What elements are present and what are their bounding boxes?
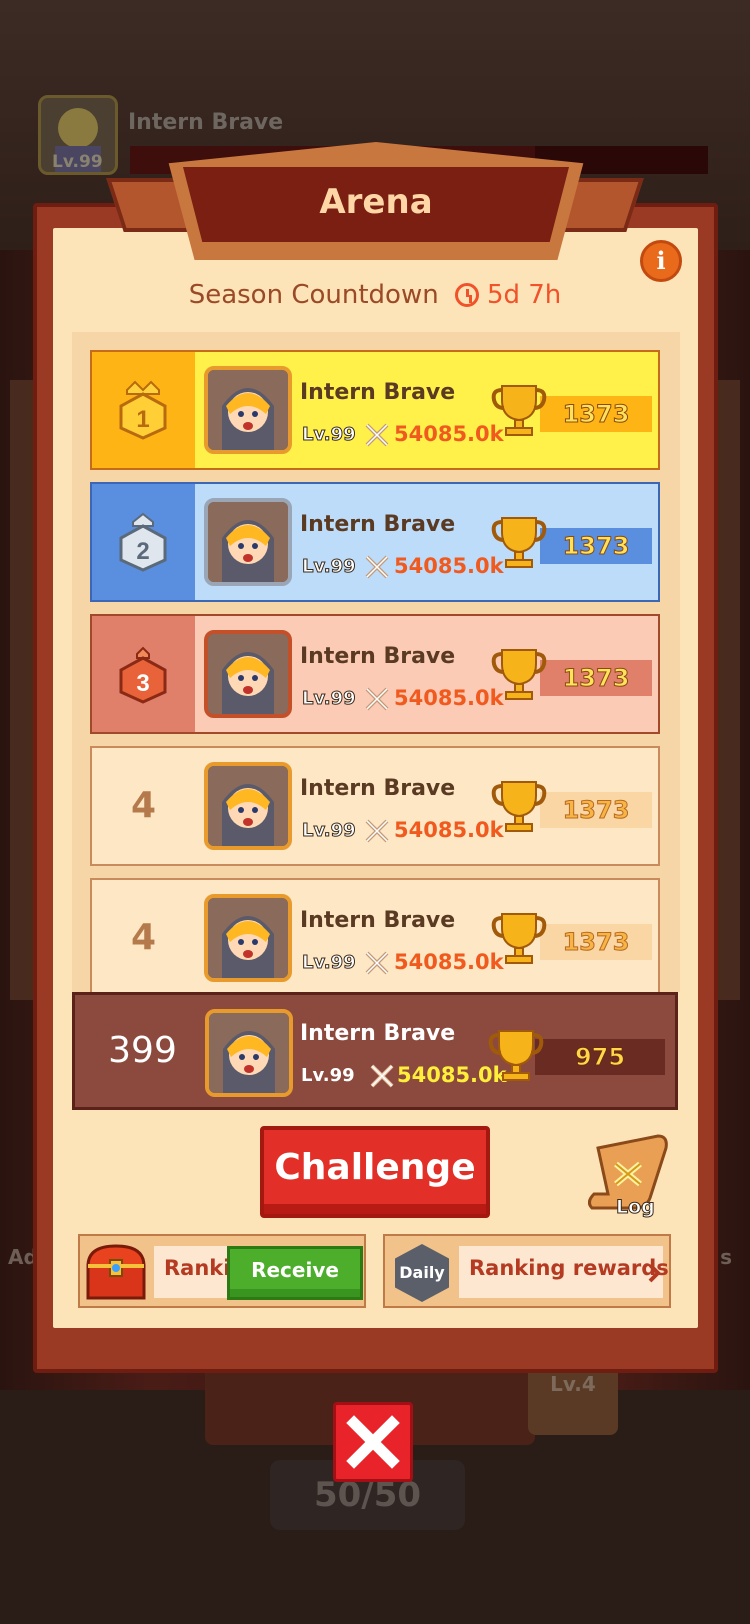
player-power: 54085.0k — [394, 554, 504, 578]
trophy-icon — [491, 781, 547, 832]
leaderboard-row[interactable]: 4 Intern Brave Lv.99 54085.0k 1373 — [90, 878, 660, 994]
swords-icon — [365, 819, 389, 843]
score-bar: 1373 — [540, 792, 652, 828]
player-power: 54085.0k — [394, 818, 504, 842]
player-name: Intern Brave — [300, 512, 456, 537]
player-power: 54085.0k — [394, 422, 504, 446]
swords-icon — [365, 423, 389, 447]
challenge-button[interactable]: Challenge — [260, 1126, 490, 1218]
player-power: 54085.0k — [394, 950, 504, 974]
rank-number: 4 — [130, 785, 157, 826]
my-score-value: 975 — [574, 1043, 626, 1072]
clock-icon — [454, 283, 479, 307]
page-title: Arena — [319, 182, 433, 222]
avatar[interactable] — [204, 630, 292, 718]
player-level: Lv.99 — [302, 424, 357, 446]
avatar[interactable] — [204, 894, 292, 982]
score-value: 1373 — [562, 532, 630, 561]
my-player-level: Lv.99 — [301, 1065, 355, 1086]
my-avatar[interactable] — [205, 1009, 293, 1097]
treasure-chest-icon — [86, 1244, 146, 1300]
svg-text:1: 1 — [136, 406, 149, 433]
score-value: 1373 — [562, 664, 630, 693]
trophy-icon — [491, 913, 547, 964]
player-name: Intern Brave — [300, 644, 456, 669]
leaderboard-row[interactable]: 4 Intern Brave Lv.99 54085.0k 1373 — [90, 746, 660, 866]
player-level: Lv.99 — [302, 556, 357, 578]
score-value: 1373 — [562, 928, 630, 957]
player-level: Lv.99 — [302, 952, 357, 974]
daily-badge: Daily — [395, 1244, 449, 1302]
trophy-icon — [491, 517, 547, 568]
player-level: Lv.99 — [302, 820, 357, 842]
player-name: Intern Brave — [300, 380, 456, 405]
season-countdown: Season Countdown 5d 7h — [0, 280, 750, 310]
medal-gold-icon: 1 — [119, 380, 167, 440]
countdown-value: 5d 7h — [486, 280, 562, 310]
swords-icon — [365, 555, 389, 579]
score-value: 1373 — [562, 796, 630, 825]
swords-icon — [365, 687, 389, 711]
leaderboard-row[interactable]: 2 Intern Brave Lv.99 54085.0k 1373 — [90, 482, 660, 602]
svg-text:2: 2 — [136, 538, 149, 565]
swords-icon — [370, 1064, 394, 1088]
my-player-name: Intern Brave — [300, 1021, 456, 1046]
avatar[interactable] — [204, 366, 292, 454]
avatar[interactable] — [204, 762, 292, 850]
medal-bronze-icon: 3 — [119, 646, 167, 704]
countdown-label: Season Countdown — [188, 280, 439, 310]
score-bar: 1373 — [540, 924, 652, 960]
my-rank-number: 399 — [108, 1030, 177, 1071]
background-player-name: Intern Brave — [128, 110, 284, 135]
score-bar: 1373 — [540, 396, 652, 432]
svg-text:3: 3 — [136, 670, 149, 697]
player-name: Intern Brave — [300, 908, 456, 933]
close-icon — [346, 1415, 400, 1469]
daily-ranking-rewards-label: Ranking rewards — [469, 1256, 669, 1280]
my-score-bar: 975 — [535, 1039, 665, 1075]
player-name: Intern Brave — [300, 776, 456, 801]
receive-button[interactable]: Receive — [227, 1246, 363, 1300]
swords-icon — [365, 951, 389, 975]
background-right-label: s — [720, 1245, 732, 1269]
ranking-rewards-label: Ranking rewards — [164, 1256, 234, 1280]
ranking-rewards-card[interactable]: Ranking rewards Receive — [78, 1234, 366, 1308]
log-label: Log — [616, 1196, 656, 1219]
rank-number: 4 — [130, 917, 157, 958]
score-bar: 1373 — [540, 528, 652, 564]
leaderboard-row[interactable]: 3 Intern Brave Lv.99 54085.0k 1373 — [90, 614, 660, 734]
info-icon[interactable]: i — [640, 240, 682, 282]
trophy-icon — [491, 385, 547, 436]
chevron-right-icon — [648, 1263, 661, 1283]
player-level: Lv.99 — [302, 688, 357, 710]
player-power: 54085.0k — [394, 686, 504, 710]
leaderboard-row[interactable]: 1 Intern Brave Lv.99 54085.0k 1373 — [90, 350, 660, 470]
close-button[interactable] — [333, 1402, 413, 1482]
score-bar: 1373 — [540, 660, 652, 696]
trophy-icon — [491, 649, 547, 700]
trophy-icon — [488, 1030, 544, 1081]
medal-silver-icon: 2 — [119, 512, 167, 572]
my-rank-row[interactable]: 399 Intern Brave Lv.99 54085.0k 975 — [72, 992, 678, 1110]
avatar[interactable] — [204, 498, 292, 586]
background-level: Lv.99 — [52, 152, 103, 172]
daily-ranking-rewards-card[interactable]: Daily Ranking rewards — [383, 1234, 671, 1308]
score-value: 1373 — [562, 400, 630, 429]
